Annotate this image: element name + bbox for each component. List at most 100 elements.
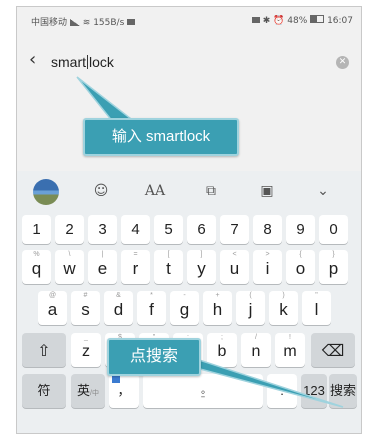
key-t-symbol: [ — [167, 251, 170, 258]
microphone-icon: ⍛ — [199, 383, 207, 398]
key-d[interactable]: & d — [104, 291, 133, 325]
space-key[interactable]: ⍛ — [143, 374, 263, 408]
status-right: ✱ ⏰ 48% 16:07 — [251, 15, 353, 26]
key-p-symbol: } — [332, 251, 335, 258]
key-j-symbol: ( — [249, 292, 252, 299]
shift-arrow-icon: ⇧ — [37, 343, 51, 360]
key-s-symbol: # — [83, 292, 88, 299]
key-t[interactable]: [t — [154, 250, 183, 284]
key-5[interactable]: 5 — [154, 215, 183, 244]
key-w-symbol: \ — [68, 251, 71, 258]
key-0[interactable]: 0 — [319, 215, 348, 244]
key-l-symbol: " — [315, 292, 318, 299]
number-mode-key[interactable]: 123 — [301, 374, 327, 408]
comma-key[interactable]: ， — [109, 374, 139, 408]
key-u-symbol: < — [232, 251, 237, 258]
language-switch-key[interactable]: 英/中 — [71, 374, 105, 408]
key-n-symbol: / — [255, 334, 257, 341]
signal-icon — [69, 19, 80, 26]
status-bar: 中国移动 ≋ 155B/s ✱ ⏰ 48% 16:07 — [17, 7, 361, 33]
key-g[interactable]: -g — [170, 291, 199, 325]
nfc-icon — [251, 17, 260, 23]
key-a[interactable]: @ a — [38, 291, 67, 325]
clock-time: 16:07 — [327, 16, 353, 26]
phone-screen: 中国移动 ≋ 155B/s ✱ ⏰ 48% 16:07 ‹ smart lock … — [16, 6, 362, 434]
key-e[interactable]: | e — [88, 250, 117, 284]
backspace-icon: ⌫ — [321, 343, 345, 360]
key-a-symbol: @ — [48, 292, 57, 299]
key-n[interactable]: / n — [241, 333, 271, 367]
soft-keyboard: ☺ AA ⧉ ▣ ⌄ 1 2 3 4 5 6 7 8 9 0 % q \ w | e … — [17, 171, 361, 433]
notification-icon — [127, 19, 136, 25]
key-f-symbol: * — [150, 292, 153, 299]
search-input[interactable]: smart lock — [51, 54, 114, 70]
key-e-symbol: | — [101, 251, 104, 258]
search-bar: ‹ smart lock ✕ — [17, 47, 361, 83]
crop-icon[interactable]: ⧉ — [197, 179, 225, 203]
key-r-symbol: = — [133, 251, 138, 258]
key-3[interactable]: 3 — [88, 215, 117, 244]
language-label: 英 — [77, 383, 91, 398]
language-sub-label: /中 — [90, 390, 99, 397]
query-text-after: lock — [89, 54, 114, 70]
key-f[interactable]: * f — [137, 291, 166, 325]
key-k[interactable]: ) k — [269, 291, 298, 325]
key-r[interactable]: = r — [121, 250, 150, 284]
key-m-symbol: ! — [289, 334, 291, 341]
key-d-symbol: & — [116, 292, 121, 299]
key-4[interactable]: 4 — [121, 215, 150, 244]
alarm-icon: ⏰ — [273, 16, 285, 26]
key-h[interactable]: + h — [203, 291, 232, 325]
carrier-label: 中国移动 — [31, 18, 68, 28]
key-8[interactable]: 8 — [253, 215, 282, 244]
key-y-symbol: ] — [200, 251, 203, 258]
key-o[interactable]: {o — [286, 250, 315, 284]
query-text-before: smart — [51, 54, 86, 70]
clipboard-icon[interactable]: ▣ — [253, 179, 281, 203]
key-9[interactable]: 9 — [286, 215, 315, 244]
keyboard-toolbar: ☺ AA ⧉ ▣ ⌄ — [17, 171, 361, 211]
vibrate-icon: ✱ — [262, 16, 271, 26]
key-j[interactable]: (j — [236, 291, 265, 325]
wifi-icon: ≋ — [82, 18, 91, 28]
pointer-to-search-input — [76, 76, 138, 123]
backspace-key[interactable]: ⌫ — [311, 333, 355, 367]
network-speed: 155B/s — [93, 18, 125, 28]
key-7[interactable]: 7 — [220, 215, 249, 244]
symbols-key[interactable]: 符 — [22, 374, 66, 408]
key-p[interactable]: } p — [319, 250, 348, 284]
collapse-icon[interactable]: ⌄ — [309, 179, 337, 203]
key-l[interactable]: " l — [302, 291, 331, 325]
emoji-icon[interactable]: ☺ — [87, 179, 115, 203]
key-1[interactable]: 1 — [22, 215, 51, 244]
shift-key[interactable]: ⇧ — [22, 333, 66, 367]
key-2[interactable]: 2 — [55, 215, 84, 244]
key-s[interactable]: # s — [71, 291, 100, 325]
key-b[interactable]: ; b — [207, 333, 237, 367]
status-left: 中国移动 ≋ 155B/s — [31, 15, 136, 28]
key-i[interactable]: > i — [253, 250, 282, 284]
key-k-symbol: ) — [282, 292, 285, 299]
key-o-symbol: { — [299, 251, 302, 258]
period-key[interactable]: . — [267, 374, 297, 408]
key-q[interactable]: % q — [22, 250, 51, 284]
key-q-symbol: % — [33, 251, 40, 258]
search-key[interactable]: 搜索 — [329, 374, 357, 408]
battery-icon — [310, 15, 325, 23]
globe-icon[interactable] — [33, 179, 59, 205]
font-icon[interactable]: AA — [141, 179, 169, 203]
back-chevron-icon[interactable]: ‹ — [29, 51, 36, 69]
key-z[interactable]: _ z — [71, 333, 101, 367]
battery-percent: 48% — [287, 16, 308, 26]
key-u[interactable]: < u — [220, 250, 249, 284]
key-6[interactable]: 6 — [187, 215, 216, 244]
input-hint-callout: 输入 smartlock — [83, 118, 239, 156]
key-z-symbol: _ — [84, 334, 88, 341]
tap-search-callout: 点搜索 — [107, 338, 201, 376]
key-w[interactable]: \ w — [55, 250, 84, 284]
mic-badge-icon — [112, 376, 120, 383]
key-m[interactable]: ! m — [275, 333, 305, 367]
key-y[interactable]: ] y — [187, 250, 216, 284]
clear-circle-icon[interactable]: ✕ — [336, 56, 349, 69]
text-caret — [87, 55, 88, 69]
